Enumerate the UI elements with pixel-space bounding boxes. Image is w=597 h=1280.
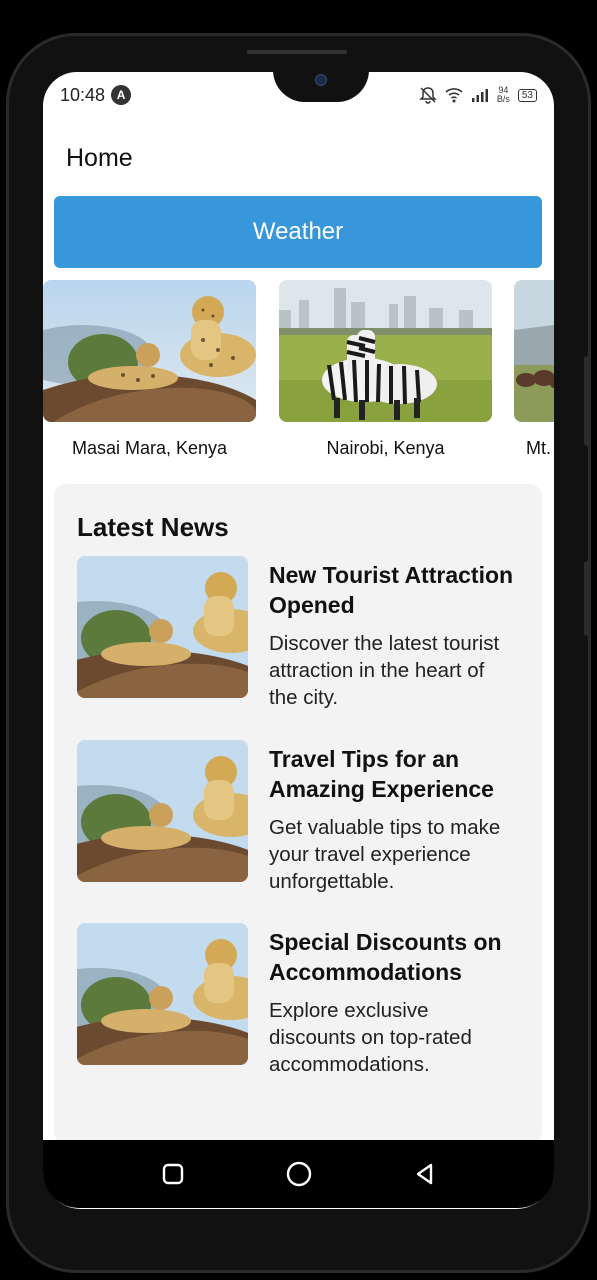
page-title: Home [66,144,133,172]
news-description-line: Get valuable tips to make [269,816,501,839]
wifi-icon [445,87,463,103]
news-title-line: Travel Tips for an [269,746,460,772]
news-description-line: unforgettable. [269,870,395,893]
news-description-line: discounts on top-rated [269,1026,472,1049]
signal-icon [471,88,489,102]
news-title-line: New Tourist Attraction [269,562,514,588]
news-title-line: Amazing Experience [269,776,494,802]
back-triangle-icon[interactable] [407,1156,443,1192]
square-icon[interactable] [155,1156,191,1192]
place-card[interactable]: Masai Mara, Kenya [43,280,256,459]
circle-icon[interactable] [281,1156,317,1192]
news-description-line: accommodations. [269,1053,430,1076]
screen: 10:48 A 94 B/s 53 Home Weather Masai Mar… [43,72,554,1209]
net-speed-unit: B/s [496,94,510,104]
news-heading: Latest News [77,512,229,542]
app-bar: Home [43,120,554,195]
news-thumbnail [77,556,248,698]
volume-button [584,356,590,446]
cheetahs-photo [43,280,256,422]
battery-level: 53 [521,89,533,101]
system-nav-bar [43,1140,554,1208]
news-thumbnail [77,740,248,882]
net-speed: 94 B/s [497,86,510,104]
earpiece-speaker [247,50,347,54]
places-carousel[interactable]: Masai Mara, Kenya Nairobi, Kenya Mt. [43,280,554,470]
news-description-line: Discover the latest tourist [269,632,500,655]
news-description-line: your travel experience [269,843,471,866]
latest-news-card: Latest News New Tourist Attraction Opene… [54,484,542,1144]
news-title-line: Special Discounts on [269,929,502,955]
news-description-line: Explore exclusive [269,999,429,1022]
wildlife-photo [514,280,554,422]
weather-button[interactable]: Weather [54,196,542,268]
battery-icon: 53 [517,88,537,102]
app-notification-icon: A [111,85,132,105]
status-bar: 10:48 A 94 B/s 53 [60,80,537,110]
place-caption: Nairobi, Kenya [326,438,445,458]
status-time: 10:48 [60,84,106,105]
place-caption: Masai Mara, Kenya [71,438,228,458]
place-card[interactable]: Nairobi, Kenya [279,280,492,459]
news-description-line: attraction in the heart of [269,659,485,682]
zebras-photo [279,280,492,422]
news-description-line: the city. [269,686,339,709]
place-caption: Mt. [526,438,551,458]
news-title-line: Opened [269,592,355,618]
mute-bell-icon [419,86,437,104]
power-button [584,561,590,636]
news-title-line: Accommodations [269,959,462,985]
place-card[interactable]: Mt. [514,280,554,459]
news-thumbnail [77,923,248,1065]
